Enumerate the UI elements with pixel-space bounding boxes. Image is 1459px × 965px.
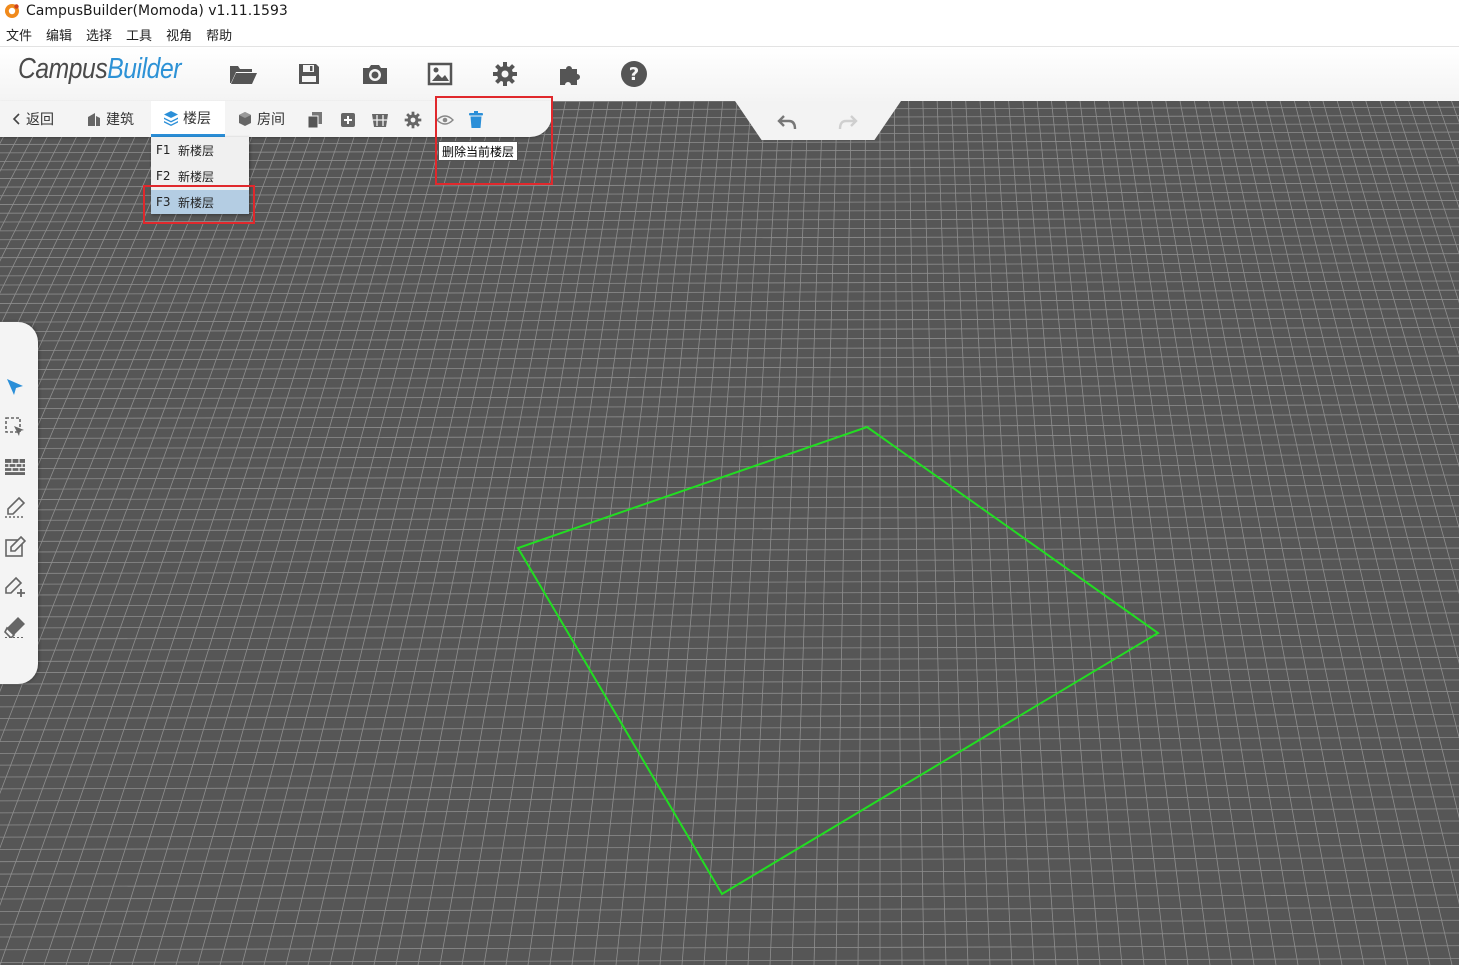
copy-icon [307,112,322,129]
shelf-icon [372,114,388,127]
window-title: CampusBuilder(Momoda) v1.11.1593 [26,3,288,19]
box-select-tool[interactable] [2,414,28,440]
settings-button[interactable] [488,57,522,91]
select-arrow-icon [7,379,23,395]
undo-icon [777,115,797,130]
scene-viewport[interactable] [0,101,1459,965]
left-tool-panel [0,322,38,684]
wall-tool[interactable] [2,454,28,480]
menu-file[interactable]: 文件 [6,25,32,44]
svg-text:?: ? [629,64,639,85]
camera-icon [363,65,387,84]
campusbuilder-logo: CampusBuilder [18,53,182,85]
floor-tab[interactable]: 楼层 [151,101,225,137]
save-button[interactable] [292,57,326,91]
highlight-box-floor [143,185,255,224]
draw-area-tool[interactable] [2,534,28,560]
room-tab[interactable]: 房间 [237,101,285,137]
folder-open-icon [230,66,257,84]
copy-floor-button[interactable] [305,110,325,130]
image-button[interactable] [423,57,457,91]
puzzle-icon [560,66,580,85]
back-button[interactable]: 返回 [12,101,54,137]
draw-line-tool[interactable] [2,494,28,520]
add-point-icon [5,576,25,597]
menu-help[interactable]: 帮助 [206,25,232,44]
add-point-tool[interactable] [2,574,28,600]
menu-tools[interactable]: 工具 [126,25,152,44]
layers-icon [164,110,178,126]
redo-button[interactable] [835,109,861,135]
draw-area-icon [5,536,26,557]
open-button[interactable] [226,57,260,91]
screenshot-button[interactable] [358,57,392,91]
history-panel [735,101,901,140]
building-icon [88,113,100,126]
main-toolbar: CampusBuilder ? [0,47,1459,101]
chevron-left-icon [12,113,20,125]
menu-view[interactable]: 视角 [166,25,192,44]
redo-icon [838,115,858,130]
help-button[interactable]: ? [617,57,651,91]
app-logo-icon [5,4,19,18]
add-floor-button[interactable] [338,110,358,130]
undo-button[interactable] [774,109,800,135]
shelf-button[interactable] [370,110,390,130]
save-icon [299,64,319,84]
cube-icon [239,112,251,126]
floor-item-f1[interactable]: F1 新楼层 [151,138,249,162]
menu-edit[interactable]: 编辑 [46,25,72,44]
floor-settings-button[interactable] [403,110,423,130]
add-icon [341,113,355,127]
box-select-icon [5,417,24,436]
plugins-button[interactable] [553,57,587,91]
help-icon: ? [621,61,647,87]
select-tool[interactable] [2,374,28,400]
window-titlebar: CampusBuilder(Momoda) v1.11.1593 [0,0,1459,22]
floor-settings-icon [404,111,422,129]
menu-select[interactable]: 选择 [86,25,112,44]
image-icon [427,62,453,86]
building-tab[interactable]: 建筑 [86,101,134,137]
draw-line-icon [5,496,26,518]
menu-bar: 文件 编辑 选择 工具 视角 帮助 [0,22,1459,47]
highlight-box-delete [435,96,553,185]
eraser-icon [4,617,25,638]
wall-icon [5,459,25,475]
eraser-tool[interactable] [2,614,28,640]
gear-icon [493,62,517,86]
